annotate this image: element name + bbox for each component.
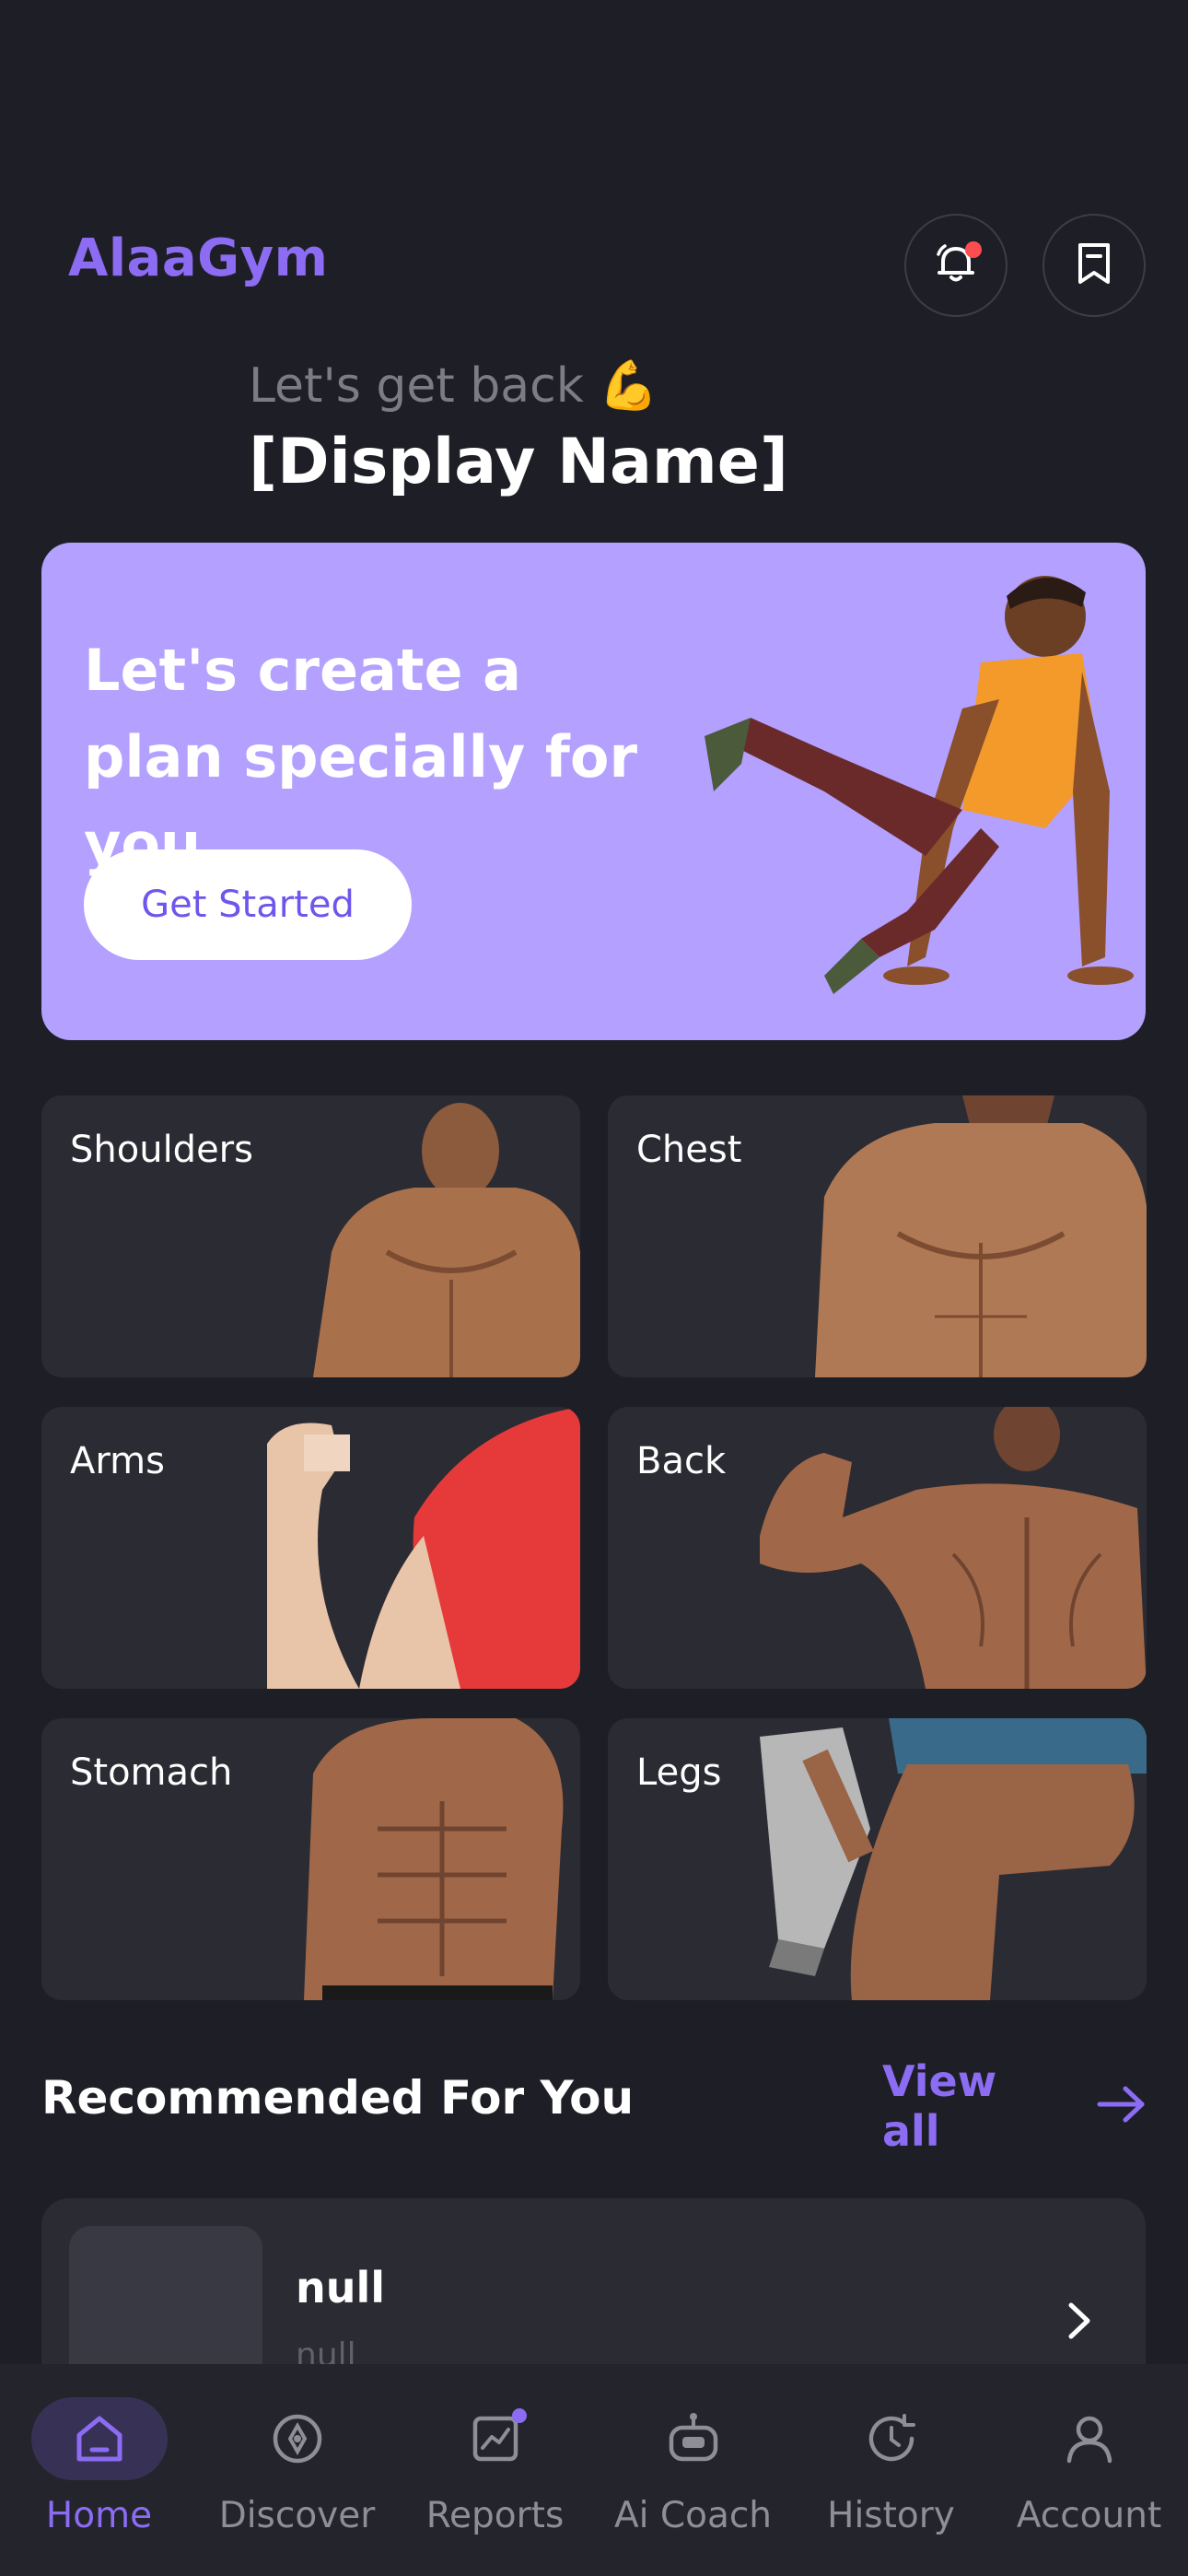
stomach-image: [304, 1718, 564, 2000]
greeting-text: Let's get back 💪: [249, 358, 659, 414]
app-logo-text: AlaaGym: [68, 228, 329, 288]
chevron-right-icon: [1066, 2300, 1093, 2346]
display-name: [Display Name]: [249, 426, 788, 498]
recommended-title: Recommended For You: [41, 2071, 635, 2125]
muscle-tile-stomach[interactable]: Stomach: [41, 1718, 580, 2000]
nav-label: Account: [1016, 2495, 1162, 2536]
nav-item-history[interactable]: History: [792, 2397, 990, 2536]
home-icon: [30, 2397, 168, 2480]
notifications-button[interactable]: [904, 214, 1007, 317]
tile-label: Legs: [636, 1751, 722, 1794]
legs-image: [760, 1718, 1147, 2000]
arrow-right-icon: [1094, 2081, 1149, 2131]
workout-title: null: [296, 2263, 386, 2313]
muscle-tile-arms[interactable]: Arms: [41, 1407, 580, 1689]
nav-item-ai-coach[interactable]: Ai Coach: [594, 2397, 792, 2536]
back-image: [760, 1407, 1147, 1689]
bookmarks-button[interactable]: [1042, 214, 1146, 317]
muscle-tile-shoulders[interactable]: Shoulders: [41, 1095, 580, 1377]
nav-item-home[interactable]: Home: [0, 2397, 198, 2536]
nav-item-account[interactable]: Account: [990, 2397, 1188, 2536]
reports-badge-dot: [511, 2408, 527, 2423]
banner-title: Let's create a plan specially for you: [84, 637, 638, 877]
nav-label: Ai Coach: [613, 2495, 773, 2536]
arms-image: [267, 1407, 580, 1689]
tile-label: Shoulders: [70, 1129, 253, 1171]
notification-dot: [965, 241, 982, 258]
user-icon: [1021, 2397, 1158, 2480]
tile-label: Stomach: [70, 1751, 233, 1794]
bookmark-icon: [1071, 238, 1117, 293]
compass-icon: [229, 2397, 366, 2480]
athlete-illustration: [705, 576, 1134, 994]
nav-item-discover[interactable]: Discover: [198, 2397, 396, 2536]
muscle-tile-back[interactable]: Back: [608, 1407, 1147, 1689]
view-all-link[interactable]: View all: [882, 2056, 1149, 2156]
view-all-label: View all: [882, 2056, 997, 2156]
chart-icon: [427, 2397, 564, 2480]
chest-image: [815, 1095, 1147, 1377]
history-icon: [823, 2397, 960, 2480]
nav-label: Home: [45, 2495, 153, 2536]
get-started-button[interactable]: Get Started: [84, 849, 412, 960]
nav-item-reports[interactable]: Reports: [396, 2397, 594, 2536]
shoulders-image: [313, 1103, 580, 1377]
nav-label: Discover: [218, 2495, 376, 2536]
nav-label: Reports: [425, 2495, 565, 2536]
tile-label: Arms: [70, 1440, 165, 1482]
muscle-tile-legs[interactable]: Legs: [608, 1718, 1147, 2000]
muscle-tile-chest[interactable]: Chest: [608, 1095, 1147, 1377]
plan-banner: Let's create a plan specially for you Ge…: [41, 543, 1146, 1040]
bottom-nav: Home Discover Reports Ai Coach History A…: [0, 2364, 1188, 2576]
robot-icon: [625, 2397, 762, 2480]
tile-label: Chest: [636, 1129, 742, 1171]
nav-label: History: [827, 2495, 955, 2536]
tile-label: Back: [636, 1440, 727, 1482]
